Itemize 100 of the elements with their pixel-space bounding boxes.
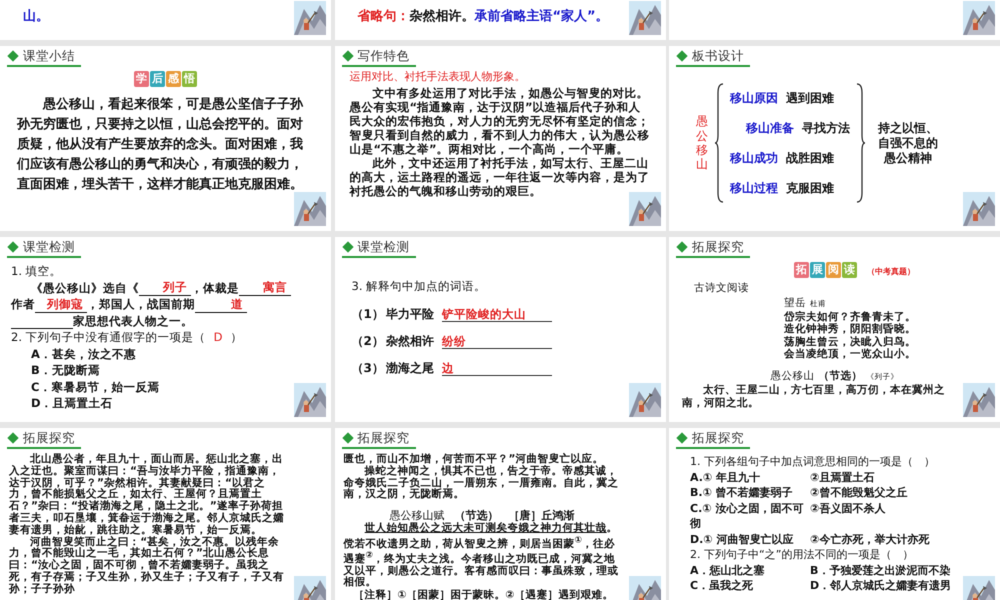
slide[interactable]: 拓展探究 1. 下列各组句子中加点词意思相同的一项是（ ） A.① 年且九十 ②且焉置土石 B.① 曾不若孀妻弱子 ②曾不能毁魁父之丘 C.① 汝心之固，固不可彻 ②吾义固不杀人 D.① 河曲智叟亡以应 ②今亡亦死，举大计亦死 2. 下列句子中“之”的用法不同的一项是（ ） A．惩山北之塞 B．予独爱莲之出淤泥而不染 C．虽我之死 D．邻人京城氏之孀妻有遗男: [669, 428, 1000, 600]
question-text: 家思想代表人物之一。: [73, 312, 193, 329]
badge-tile: 读: [842, 262, 857, 278]
badge-tile: 学: [134, 71, 149, 87]
item-number: （1）: [352, 306, 384, 322]
slide-text: 省略句：杂然相许。承前省略主语“家人”。: [356, 8, 610, 26]
option-text: ②今亡亦死，举大计亦死: [810, 532, 930, 547]
option-text: C．虽我之死: [690, 578, 754, 594]
slide[interactable]: 板书设计 愚公移山 移山原因 遇到困难 移山准备 寻找方法 移山成功 战胜困难 移山过程 克服困难 持之以恒、 自强不息的 愚公精神: [669, 46, 1000, 231]
excerpt-title: 愚公移山: [770, 368, 814, 382]
option-text: D．邻人京城氏之孀妻有遗男: [810, 578, 952, 594]
paragraph: 太行、王屋二山，方七百里，高万仞，本在冀州之南，河阳之北。: [682, 384, 946, 410]
question-text: 1. 下列各组句子中加点词意思相同的一项是（ ）: [689, 454, 936, 470]
option-text: B．予独爱莲之出淤泥而不染: [810, 562, 952, 578]
board-note: 遇到困难: [786, 90, 834, 106]
board-topic: 移山成功: [730, 150, 778, 166]
slide-title: 课堂检测: [23, 239, 75, 255]
board-topic: 移山原因: [730, 90, 778, 106]
slide-title: 拓展探究: [23, 430, 75, 446]
badge-tile: 悟: [182, 71, 197, 87]
answer-blank: 列御寇: [35, 296, 87, 312]
board-note: 克服困难: [786, 180, 834, 196]
paragraph: 操蛇之神闻之，惧其不已也，告之于帝。帝感其诚，命夸娥氏二子负二山，一厝朔东，一厝雍南。自此，冀之南，汉之阴，无陇断焉。: [344, 466, 620, 502]
option-text: A．惩山北之塞: [690, 562, 766, 578]
board-note: 战胜困难: [786, 150, 834, 166]
answer-blank: 边: [442, 361, 552, 376]
paragraph: 匮也，而山不加增，何苦而不平？”河曲智叟亡以应。: [344, 454, 604, 465]
board-subject: 愚公移山: [696, 114, 708, 172]
board-note: 寻找方法: [802, 120, 850, 136]
excerpt-tag: （节选）: [818, 368, 862, 382]
section-title: 古诗文阅读: [694, 282, 750, 295]
option-text: A.① 年且九十: [690, 470, 762, 485]
slide[interactable]: [0, 428, 331, 600]
poem-line: 荡胸生曾云，决眦入归鸟。: [784, 336, 917, 348]
option-text: D.① 河曲智叟亡以应: [690, 532, 794, 547]
answer-blank: 寓言: [239, 280, 291, 296]
phrase-text: 毕力平险: [386, 306, 434, 322]
slide-title: 板书设计: [692, 48, 744, 64]
option-text: C.① 汝心之固，固不可彻: [690, 500, 804, 532]
brace-icon: [856, 83, 866, 203]
answer-blank: 铲平险峻的大山: [442, 307, 552, 322]
badge-tile: 展: [810, 262, 825, 278]
question-text: C．寒暑易节，始一反焉: [31, 378, 160, 395]
slide-title: 课堂小结: [23, 48, 75, 64]
paragraph: 世人始知愚公之远大未可测矣夸娥之神力何其壮哉。傥若不收遗男之助，荷从智叟之辨，则居当困蒙$^{①}$，往必遇蹇$^{②}$，终为丈夫之浅。今者移山之功既已成，河冀之地又以平，则愚公之道行。客有感而叹曰：事虽殊致，理或相假。: [344, 523, 620, 588]
subtitle: 运用对比、衬托手法表现人物形象。: [350, 69, 526, 84]
phrase-text: 杂然相许: [386, 333, 434, 349]
slide[interactable]: [334, 46, 666, 231]
phrase-text: 渤海之尾: [386, 360, 434, 376]
paragraph: 河曲智叟笑而止之曰：“甚矣，汝之不惠。以残年余力，曾不能毁山之一毛，其如土石何？”北山愚公长息曰：“汝心之固，固不可彻，曾不若孀妻弱子。虽我之死，有子存焉；子又生孙，孙又生子；子又有子，子又有孙；子子孙孙: [9, 536, 285, 596]
slide-title: 拓展探究: [692, 430, 744, 446]
board-topic: 移山准备: [746, 120, 794, 136]
answer-blank: 列子: [139, 280, 191, 296]
answer-blank: 道: [195, 296, 247, 312]
slide[interactable]: 省略句：杂然相许。承前省略主语“家人”。: [334, 0, 666, 40]
badge-tile: 后: [150, 71, 165, 87]
option-text: ②吾义固不杀人: [810, 500, 886, 516]
paragraph: 此外，文中还运用了衬托手法，如写太行、王屋二山的高大，运土路程的遥远，一年往返一次等内容，是为了衬托愚公的气魄和移山劳动的艰巨。: [350, 156, 650, 198]
question-text: A．甚矣，汝之不惠: [31, 346, 136, 362]
question-text: ，郑国人，战国前期: [87, 296, 195, 312]
poem-line: 岱宗夫如何？齐鲁青未了。: [784, 310, 917, 323]
slide-text: 山。: [22, 8, 50, 26]
option-text: ②曾不能毁魁父之丘: [810, 485, 908, 500]
badge-tile: 感: [166, 71, 181, 87]
board-topic: 移山过程: [730, 180, 778, 196]
poem-line: 造化钟神秀，阴阳割昏晓。: [784, 323, 917, 336]
slide-title: 写作特色: [358, 48, 410, 64]
question-text: 《愚公移山》选自《: [31, 280, 139, 296]
slide[interactable]: 课堂小结 学 后 感 悟 愚公移山，看起来很笨，可是愚公坚信子子孙孙无穷匮也，只要持之以恒，山总会挖平的。面对质疑，他从没有产生要放弃的念头。面对困难，我们应该有愚公移山的勇气和决心，有顽强的毅力，直面困难，埋头苦干，这样才能真正地克服困难。: [0, 46, 331, 231]
slide-title: 拓展探究: [358, 430, 410, 446]
question-text: ）: [230, 329, 242, 346]
paragraph: 北山愚公者，年且九十，面山而居。惩山北之塞，出入之迂也。聚室而谋曰：“吾与汝毕力平险，指通豫南，达于汉阴，可乎？”杂然相许。其妻献疑曰：“以君之力，曾不能损魁父之丘，如太行、王屋何？且焉置土石？”杂曰：“投诸渤海之尾，隐土之北。”遂率子孙荷担者三夫，叩石垦壤，箕畚运于渤海之尾。邻人京城氏之孀妻有遗男，始龀，跳往助之。寒暑易节，始一反焉。: [9, 454, 285, 536]
question-text: 2. 下列句子中“之”的用法不同的一项是（ ）: [689, 547, 914, 562]
paragraph: 愚公移山，看起来很笨，可是愚公坚信子子孙孙无穷匮也，只要持之以恒，山总会挖平的。面对质疑，他从没有产生要放弃的念头。面对困难，我们应该有愚公移山的勇气和决心，有顽强的毅力，直面困难，埋头苦干，这样才能真正地克服困难。: [17, 96, 304, 194]
item-number: （2）: [352, 333, 384, 349]
question-text: 1. 填空。: [11, 263, 62, 280]
question-text: B．无陇断焉: [31, 362, 100, 378]
excerpt-title: （节选）: [454, 509, 498, 522]
badge-tile: 阅: [826, 262, 841, 278]
option-text: B.① 曾不若孀妻弱子: [690, 485, 794, 500]
slide[interactable]: 课堂检测 1. 填空。 《愚公移山》选自《 列子 ，体裁是 寓言 作者 列御寇 ，郑国人，战国前期 道 家思想代表人物之一。 2. 下列句子中没有通假字的一项是（ D ） A．甚矣，汝之不惠 B．无陇断焉 C．寒暑易节，始一反焉 D．且焉置土石: [0, 237, 331, 422]
note-text: （中考真题）: [867, 266, 915, 276]
question-text: 2. 下列句子中没有通假字的一项是（: [11, 329, 206, 346]
question-text: 3. 解释句中加点的词语。: [352, 278, 488, 294]
answer-blank: 纷纷: [442, 334, 552, 349]
answer-text: D: [212, 329, 224, 346]
slide[interactable]: [334, 428, 666, 600]
item-number: （3）: [352, 360, 384, 376]
board-conclusion: 持之以恒、 自强不息的 愚公精神: [878, 120, 938, 166]
badge-tile: 拓: [794, 262, 809, 278]
slide[interactable]: 山。: [0, 0, 331, 40]
slide[interactable]: 课堂检测 3. 解释句中加点的词语。 （1） 毕力平险 铲平险峻的大山 （2） 杂然相许 纷纷 （3） 渤海之尾 边: [334, 237, 666, 422]
option-text: ②且焉置土石: [810, 470, 876, 485]
paragraph: 文中有多处运用了对比手法，如愚公与智叟的对比。愚公有实现“指通豫南，达于汉阴”以造福后代子孙和人民大众的宏伟抱负，对人力的无穷无尽怀有坚定的信念；智叟只看到自然的威力，看不到人力的伟大，认为愚公移山是“不惠之举”。两相对比，一个高尚，一个平庸。: [350, 86, 650, 156]
excerpt-title: 愚公移山赋: [390, 509, 444, 522]
excerpt-title: ［唐］丘鸿渐: [508, 509, 574, 522]
poem-title: 望岳: [784, 297, 806, 310]
slide-title: 课堂检测: [358, 239, 410, 255]
poem-line: 会当凌绝顶，一览众山小。: [784, 348, 917, 360]
footnote: ［注释］①［困蒙］困于蒙昧。②［遇蹇］遇到艰难。: [352, 589, 614, 600]
